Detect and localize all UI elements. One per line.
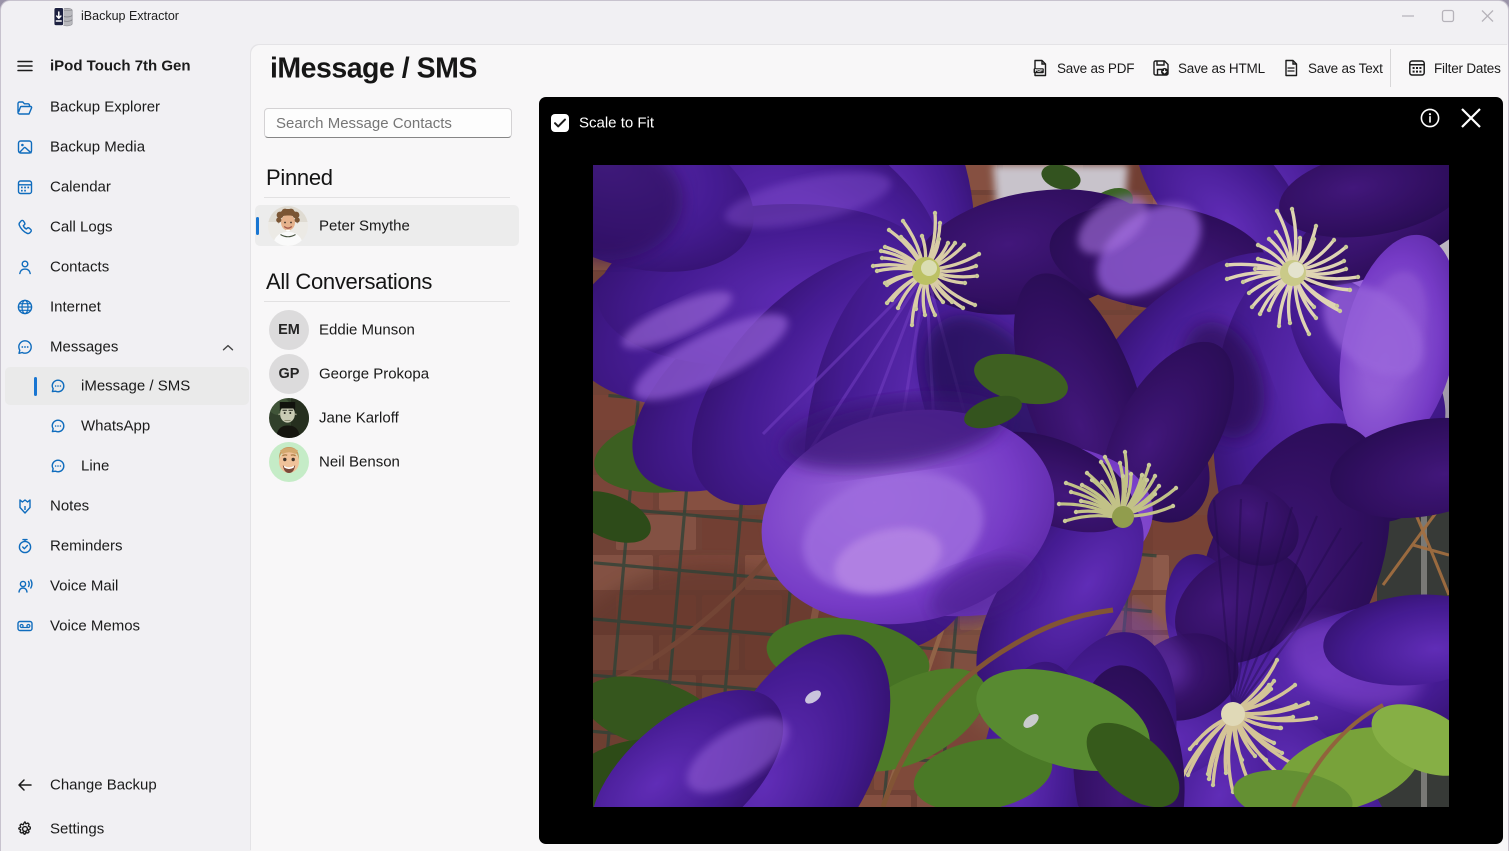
- svg-text:PDF: PDF: [1035, 68, 1043, 73]
